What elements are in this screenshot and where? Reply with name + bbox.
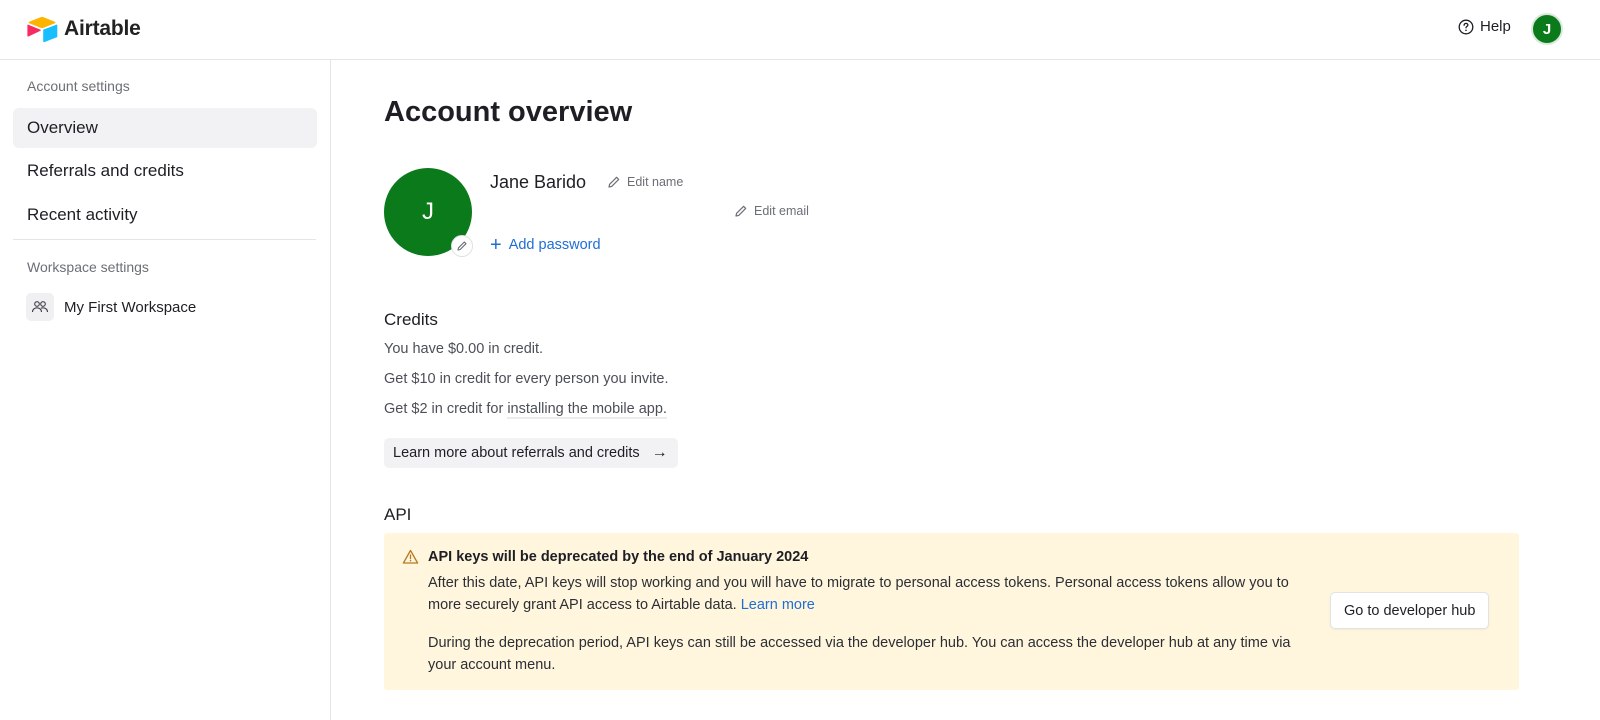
go-to-developer-hub-button[interactable]: Go to developer hub: [1330, 592, 1490, 629]
learn-more-label: Learn more about referrals and credits: [393, 445, 640, 461]
sidebar-item-label: Recent activity: [27, 205, 138, 224]
plus-icon: +: [490, 234, 502, 256]
page-title: Account overview: [384, 96, 633, 128]
mobile-credit-text: Get $2 in credit for installing the mobi…: [384, 401, 667, 419]
settings-sidebar: Account settings Overview Referrals and …: [0, 60, 331, 720]
learn-more-referrals-button[interactable]: Learn more about referrals and credits →: [384, 438, 678, 468]
arrow-right-icon: →: [651, 444, 668, 461]
sidebar-item-workspace[interactable]: My First Workspace: [26, 293, 196, 321]
banner-paragraph-tokens: After this date, API keys will stop work…: [428, 572, 1318, 616]
api-deprecation-banner: API keys will be deprecated by the end o…: [384, 533, 1519, 690]
pencil-icon: [608, 176, 620, 188]
pencil-icon: [457, 241, 467, 251]
warning-icon: [402, 549, 419, 564]
edit-email-label: Edit email: [754, 204, 809, 218]
banner-title: API keys will be deprecated by the end o…: [428, 549, 809, 565]
credit-balance: You have $0.00 in credit.: [384, 341, 544, 357]
help-label: Help: [1480, 18, 1511, 35]
banner-text: After this date, API keys will stop work…: [428, 575, 1289, 613]
pencil-icon: [735, 205, 747, 217]
airtable-logo-icon: [27, 16, 58, 42]
question-circle-icon: [1458, 19, 1474, 34]
workspace-label: My First Workspace: [64, 298, 197, 316]
learn-more-link[interactable]: Learn more: [741, 597, 815, 613]
account-avatar-button[interactable]: J: [1531, 13, 1563, 45]
invite-credit-text: Get $10 in credit for every person you i…: [384, 371, 669, 387]
airtable-logo[interactable]: Airtable: [26, 15, 141, 43]
workspace-settings-label: Workspace settings: [27, 259, 149, 275]
edit-email-button[interactable]: Edit email: [734, 204, 809, 218]
sidebar-item-referrals-and-credits[interactable]: Referrals and credits: [13, 151, 317, 191]
banner-paragraph-developer-hub: During the deprecation period, API keys …: [428, 635, 1291, 673]
main-content: Account overview J Jane Barido Edit name…: [332, 60, 1600, 720]
sidebar-divider: [13, 239, 316, 240]
edit-avatar-button[interactable]: [451, 235, 473, 257]
users-icon: [26, 293, 54, 321]
user-name: Jane Barido: [490, 172, 587, 192]
credits-heading: Credits: [384, 310, 438, 329]
add-password-button[interactable]: + Add password: [490, 235, 601, 255]
app-name: Airtable: [64, 17, 141, 40]
account-settings-label: Account settings: [27, 78, 130, 94]
sidebar-item-overview[interactable]: Overview: [13, 108, 317, 148]
top-bar: Airtable Help J: [0, 0, 1600, 60]
user-email: [490, 200, 718, 216]
edit-name-button[interactable]: Edit name: [607, 175, 683, 189]
sidebar-item-label: Overview: [27, 118, 98, 137]
mobile-credit-prefix: Get $2 in credit for: [384, 401, 508, 417]
edit-name-label: Edit name: [627, 175, 684, 189]
install-mobile-app-link[interactable]: installing the mobile app.: [507, 401, 667, 419]
add-password-label: Add password: [508, 237, 601, 253]
sidebar-item-label: Referrals and credits: [27, 161, 184, 180]
sidebar-item-recent-activity[interactable]: Recent activity: [13, 195, 317, 235]
help-button[interactable]: Help: [1458, 18, 1511, 35]
api-heading: API: [384, 505, 412, 524]
